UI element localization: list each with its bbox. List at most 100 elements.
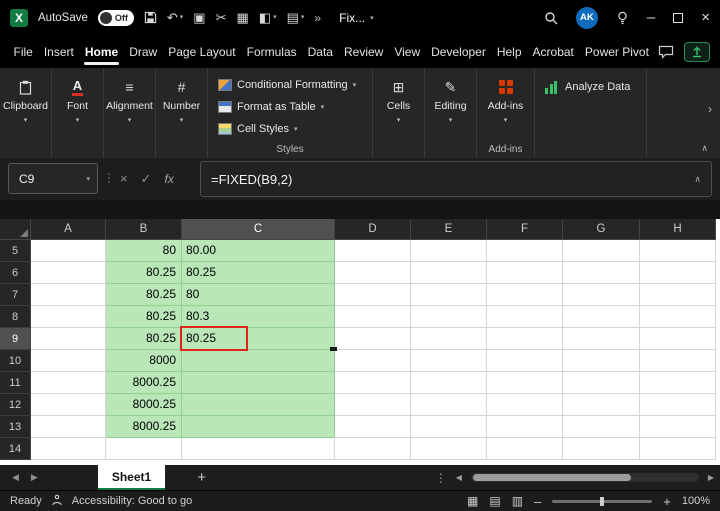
cell-A12[interactable] [31,394,106,416]
cell-B11[interactable]: 8000.25 [106,372,182,394]
row-header-12[interactable]: 12 [0,394,31,416]
cell-A7[interactable] [31,284,106,306]
ribbon-group-editing[interactable]: ✎ Editing ▾ [425,68,477,158]
select-all-corner[interactable] [0,219,31,240]
cell-F5[interactable] [487,240,563,262]
add-sheet-button[interactable]: + [197,469,206,486]
ribbon-group-cells[interactable]: ⊞ Cells ▾ [373,68,425,158]
cell-A5[interactable] [31,240,106,262]
analyze-data-button[interactable]: Analyze Data [535,68,647,158]
sort-filter-button[interactable]: ▤▾ [287,11,305,24]
cell-G11[interactable] [563,372,640,394]
paste-icon[interactable]: ▣ [193,11,205,24]
row-header-10[interactable]: 10 [0,350,31,372]
quick-access-overflow-icon[interactable]: » [314,12,321,24]
cell-D5[interactable] [335,240,411,262]
cell-E14[interactable] [411,438,487,460]
next-sheet-icon[interactable]: ▶ [31,472,38,483]
collapse-ribbon-icon[interactable]: ∧ [701,143,708,154]
cell-G7[interactable] [563,284,640,306]
cell-E7[interactable] [411,284,487,306]
cut-icon[interactable]: ✂ [216,11,227,24]
cell-C11[interactable] [182,372,335,394]
horizontal-scrollbar[interactable] [471,473,699,482]
column-header-B[interactable]: B [106,219,182,240]
share-button[interactable] [684,42,710,62]
normal-view-icon[interactable]: ▦ [467,494,478,508]
cell-D12[interactable] [335,394,411,416]
menu-tab-draw[interactable]: Draw [124,36,163,68]
search-icon[interactable] [544,11,558,25]
cell-E5[interactable] [411,240,487,262]
menu-tab-formulas[interactable]: Formulas [241,36,302,68]
cell-C5[interactable]: 80.00 [182,240,335,262]
menu-tab-help[interactable]: Help [491,36,527,68]
format-painter-button[interactable]: ◧▾ [259,11,277,24]
cell-C8[interactable]: 80.3 [182,306,335,328]
insert-function-icon[interactable]: fx [165,172,174,186]
cell-A9[interactable] [31,328,106,350]
menu-tab-page-layout[interactable]: Page Layout [163,36,241,68]
cell-H13[interactable] [640,416,716,438]
cell-G13[interactable] [563,416,640,438]
cell-E6[interactable] [411,262,487,284]
zoom-slider-thumb[interactable] [600,497,604,506]
ribbon-scroll-right-icon[interactable]: › [708,102,712,116]
conditional-formatting-button[interactable]: Conditional Formatting ▾ [218,75,356,95]
cell-F11[interactable] [487,372,563,394]
cell-A8[interactable] [31,306,106,328]
cell-B12[interactable]: 8000.25 [106,394,182,416]
cell-D14[interactable] [335,438,411,460]
cell-B5[interactable]: 80 [106,240,182,262]
cell-H11[interactable] [640,372,716,394]
cell-H6[interactable] [640,262,716,284]
menu-tab-home[interactable]: Home [79,36,123,68]
menu-tab-file[interactable]: File [8,36,38,68]
zoom-out-button[interactable]: – [534,494,541,509]
excel-logo-icon[interactable]: X [10,9,28,27]
cell-H10[interactable] [640,350,716,372]
cell-B14[interactable] [106,438,182,460]
cell-D11[interactable] [335,372,411,394]
cell-C10[interactable] [182,350,335,372]
collapse-formula-bar-icon[interactable]: ∧ [694,174,701,185]
page-break-view-icon[interactable]: ▥ [512,494,523,508]
enter-icon[interactable]: ✓ [141,171,152,187]
zoom-slider[interactable] [552,500,652,503]
undo-button[interactable]: ↶▾ [167,11,183,24]
picture-icon[interactable]: ▦ [237,11,249,24]
fill-handle[interactable] [330,347,337,351]
hscroll-right-icon[interactable]: ▶ [708,473,714,482]
cell-E9[interactable] [411,328,487,350]
cell-G10[interactable] [563,350,640,372]
ribbon-group-number[interactable]: # Number ▾ [156,68,208,158]
cell-H9[interactable] [640,328,716,350]
column-header-C[interactable]: C [182,219,335,240]
cell-B7[interactable]: 80.25 [106,284,182,306]
cell-H14[interactable] [640,438,716,460]
cell-A13[interactable] [31,416,106,438]
ribbon-group-clipboard[interactable]: Clipboard ▾ [0,68,52,158]
cell-F12[interactable] [487,394,563,416]
menu-tab-insert[interactable]: Insert [38,36,79,68]
autosave-toggle[interactable]: Off [98,10,134,26]
cell-C6[interactable]: 80.25 [182,262,335,284]
cell-B10[interactable]: 8000 [106,350,182,372]
row-header-9[interactable]: 9 [0,328,31,350]
ribbon-group-addins[interactable]: Add-ins ▾ Add-ins [477,68,535,158]
ribbon-group-alignment[interactable]: ≡ Alignment ▾ [104,68,156,158]
cell-D10[interactable] [335,350,411,372]
cell-C12[interactable] [182,394,335,416]
cell-styles-button[interactable]: Cell Styles ▾ [218,119,297,139]
cell-G12[interactable] [563,394,640,416]
cell-C13[interactable] [182,416,335,438]
column-header-H[interactable]: H [640,219,716,240]
row-header-6[interactable]: 6 [0,262,31,284]
menu-tab-review[interactable]: Review [338,36,388,68]
row-header-14[interactable]: 14 [0,438,31,460]
maximize-button[interactable] [673,13,683,23]
lightbulb-icon[interactable] [616,11,629,25]
minimize-button[interactable]: – [647,9,655,26]
cell-C14[interactable] [182,438,335,460]
row-header-13[interactable]: 13 [0,416,31,438]
